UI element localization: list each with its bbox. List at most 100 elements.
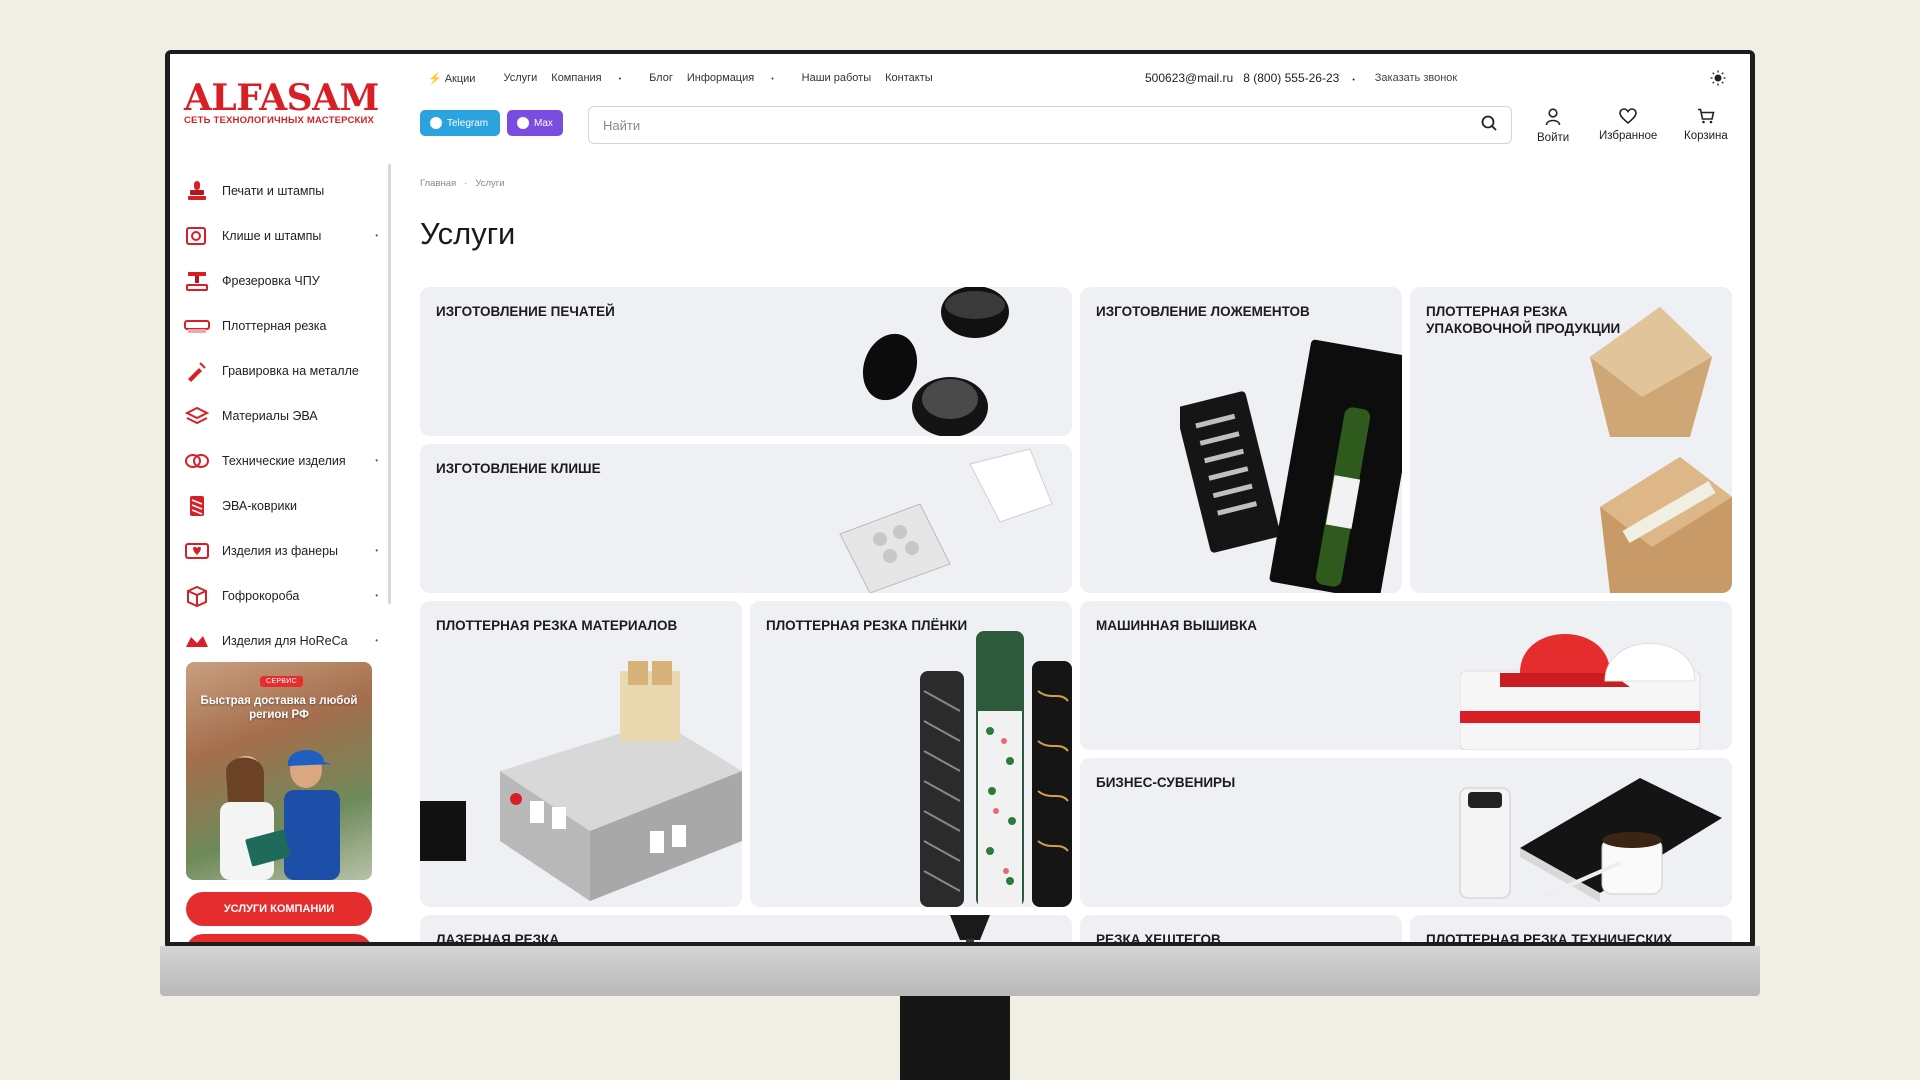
service-card-embroidery[interactable]: МАШИННАЯ ВЫШИВКА — [1080, 601, 1732, 750]
contact-email[interactable]: 500623@mail.ru — [1145, 71, 1233, 85]
service-card-title: МАШИННАЯ ВЫШИВКА — [1096, 618, 1257, 633]
cnc-icon — [184, 268, 210, 294]
service-card-title: ИЗГОТОВЛЕНИЕ КЛИШЕ — [436, 461, 601, 476]
cart-button[interactable]: Корзина — [1684, 108, 1728, 142]
service-card-title: ИЗГОТОВЛЕНИЕ ЛОЖЕМЕНТОВ — [1096, 304, 1310, 319]
breadcrumb-current: Услуги — [475, 178, 505, 189]
sidebar-item-cnc[interactable]: Фрезеровка ЧПУ — [184, 258, 384, 303]
service-card-technical-plotter[interactable]: ПЛОТТЕРНАЯ РЕЗКА ТЕХНИЧЕСКИХ — [1410, 915, 1732, 942]
service-card-hashtags[interactable]: РЕЗКА ХЕШТЕГОВ — [1080, 915, 1402, 942]
login-label: Войти — [1537, 132, 1570, 144]
dropdown-dot-icon: • — [618, 76, 622, 83]
service-card-cliche[interactable]: ИЗГОТОВЛЕНИЕ КЛИШЕ — [420, 444, 1072, 593]
sidebar-scrollbar[interactable] — [388, 164, 391, 604]
souvenirs-illustration — [1459, 778, 1722, 902]
monitor-stand — [900, 996, 1010, 1080]
nav-item-label: Информация — [686, 72, 755, 84]
service-card-packaging-plotter[interactable]: ПЛОТТЕРНАЯ РЕЗКА УПАКОВОЧНОЙ ПРОДУКЦИИ — [1410, 287, 1732, 593]
nav-item-works[interactable]: Наши работы — [802, 72, 871, 84]
phone-number: 8 (800) 555-26-23 — [1243, 71, 1340, 85]
breadcrumb-home[interactable]: Главная — [420, 178, 456, 189]
sidebar-item-engraving[interactable]: Гравировка на металле — [184, 348, 384, 393]
nav-item-contacts[interactable]: Контакты — [885, 72, 933, 84]
max-label: Max — [534, 117, 553, 129]
category-list: Печати и штампы Клише и штампы • Фрезеро… — [184, 168, 384, 663]
max-button[interactable]: Max — [507, 110, 563, 136]
eva-material-icon — [184, 403, 210, 429]
promo-people-illustration — [220, 750, 340, 880]
sidebar-item-label: Материалы ЭВА — [222, 408, 318, 423]
service-card-stamps[interactable]: ИЗГОТОВЛЕНИЕ ПЕЧАТЕЙ — [420, 287, 1072, 436]
sidebar-item-label: Гофрокороба — [222, 588, 300, 603]
plywood-icon — [184, 538, 210, 564]
search-bar — [588, 106, 1512, 144]
sidebar-item-eva-materials[interactable]: Материалы ЭВА — [184, 393, 384, 438]
callback-link[interactable]: Заказать звонок — [1375, 72, 1457, 84]
sidebar-item-horeca[interactable]: Изделия для HoReCa • — [184, 618, 384, 663]
cardboard-boxes-illustration — [1590, 307, 1732, 593]
breadcrumb: Главная · Услуги — [420, 178, 505, 189]
nav-item-services[interactable]: Услуги — [503, 72, 537, 84]
service-card-title: ПЛОТТЕРНАЯ РЕЗКА ТЕХНИЧЕСКИХ — [1426, 932, 1673, 942]
search-icon[interactable] — [1481, 115, 1497, 136]
top-navigation: ⚡ Акции Услуги Компания • Блог Информация •… — [428, 68, 947, 88]
service-card-title: ПЛОТТЕРНАЯ РЕЗКА МАТЕРИАЛОВ — [436, 618, 678, 633]
cutter-machine-illustration — [420, 661, 742, 901]
stamps-illustration — [862, 287, 1009, 436]
header-contacts: 500623@mail.ru 8 (800) 555-26-23 • Заказа… — [1145, 68, 1467, 88]
service-card-film-plotter[interactable]: ПЛОТТЕРНАЯ РЕЗКА ПЛЁНКИ — [750, 601, 1072, 907]
breadcrumb-separator: · — [464, 178, 468, 189]
heart-icon — [1619, 108, 1637, 124]
plotter-icon — [184, 313, 210, 339]
chevron-right-icon: • — [375, 636, 378, 645]
browser-screen: ALFASAM СЕТЬ ТЕХНОЛОГИЧНЫХ МАСТЕРСКИХ Пе… — [170, 54, 1750, 942]
services-company-button[interactable]: УСЛУГИ КОМПАНИИ — [186, 892, 372, 926]
service-card-souvenirs[interactable]: БИЗНЕС-СУВЕНИРЫ — [1080, 758, 1732, 907]
service-card-lodgements[interactable]: ИЗГОТОВЛЕНИЕ ЛОЖЕМЕНТОВ — [1080, 287, 1402, 593]
sidebar-item-eva-mats[interactable]: ЭВА-коврики — [184, 483, 384, 528]
lodgement-case-illustration — [1180, 339, 1402, 593]
nav-item-promotions[interactable]: ⚡ Акции — [428, 72, 489, 85]
sidebar-item-label: Изделия из фанеры — [222, 543, 339, 558]
laser-illustration — [950, 915, 990, 942]
nav-item-blog[interactable]: Блог — [649, 72, 673, 84]
sidebar-item-technical[interactable]: Технические изделия • — [184, 438, 384, 483]
chevron-right-icon: • — [375, 456, 378, 465]
nav-item-company[interactable]: Компания • — [551, 72, 635, 84]
sun-icon[interactable] — [1708, 68, 1728, 88]
chevron-right-icon: • — [375, 591, 378, 600]
nav-item-info[interactable]: Информация • — [687, 72, 788, 84]
secondary-red-button[interactable] — [186, 934, 372, 942]
sidebar-item-stamps[interactable]: Печати и штампы — [184, 168, 384, 213]
favorites-button[interactable]: Избранное — [1599, 108, 1657, 142]
sidebar-item-label: Гравировка на металле — [222, 363, 359, 378]
delivery-promo-banner[interactable]: СЕРВИС Быстрая доставка в любой регион Р… — [186, 662, 372, 880]
engraving-icon — [184, 358, 210, 384]
service-card-title: РЕЗКА ХЕШТЕГОВ — [1096, 932, 1221, 942]
dropdown-dot-icon: • — [771, 76, 774, 83]
sidebar: ALFASAM СЕТЬ ТЕХНОЛОГИЧНЫХ МАСТЕРСКИХ Пе… — [170, 54, 395, 942]
promo-badge: СЕРВИС — [260, 676, 303, 687]
nav-item-label: Компания — [551, 72, 602, 84]
sidebar-item-cliche[interactable]: Клише и штампы • — [184, 213, 384, 258]
login-button[interactable]: Войти — [1537, 108, 1569, 144]
service-card-materials-plotter[interactable]: ПЛОТТЕРНАЯ РЕЗКА МАТЕРИАЛОВ — [420, 601, 742, 907]
caps-and-shirts-illustration — [1460, 634, 1701, 750]
stamp-icon — [184, 178, 210, 204]
monitor-chin — [160, 946, 1760, 996]
sidebar-item-corrugated[interactable]: Гофрокороба • — [184, 573, 384, 618]
contact-phone[interactable]: 8 (800) 555-26-23 • — [1243, 71, 1365, 85]
user-icon — [1545, 108, 1561, 126]
search-input[interactable] — [603, 117, 1481, 133]
max-icon — [517, 117, 529, 129]
service-card-title: ЛАЗЕРНАЯ РЕЗКА — [436, 932, 560, 942]
sidebar-item-plotter[interactable]: Плоттерная резка — [184, 303, 384, 348]
telegram-button[interactable]: Telegram — [420, 110, 500, 136]
technical-icon — [184, 448, 210, 474]
sidebar-item-plywood[interactable]: Изделия из фанеры • — [184, 528, 384, 573]
mat-icon — [184, 493, 210, 519]
brand-logo[interactable]: ALFASAM СЕТЬ ТЕХНОЛОГИЧНЫХ МАСТЕРСКИХ — [184, 80, 379, 126]
sidebar-item-label: Клише и штампы — [222, 228, 322, 243]
service-card-laser[interactable]: ЛАЗЕРНАЯ РЕЗКА — [420, 915, 1072, 942]
chevron-right-icon: • — [375, 231, 378, 240]
